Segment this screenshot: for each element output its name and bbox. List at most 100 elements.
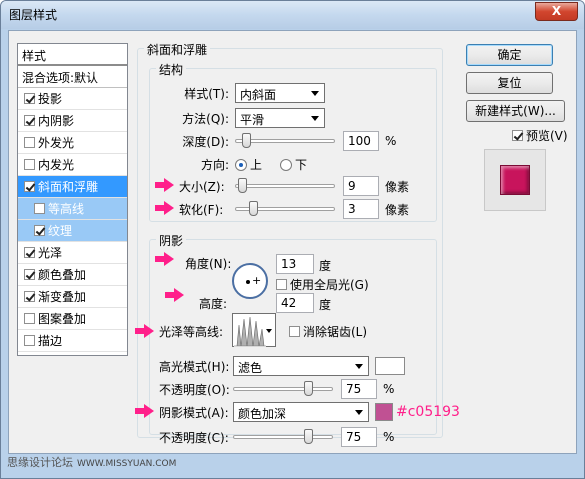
pink-arrow-icon: [155, 252, 175, 266]
preview-label: 预览(V): [526, 129, 568, 143]
gloss-contour-row: 光泽等高线:: [159, 323, 223, 340]
checkbox-icon[interactable]: [24, 335, 35, 346]
pink-arrow-icon: [165, 288, 185, 302]
size-slider[interactable]: [235, 178, 335, 193]
gloss-contour-picker[interactable]: [232, 313, 276, 347]
checkbox-checked-icon[interactable]: [24, 247, 35, 258]
anti-alias-checkbox[interactable]: 消除锯齿(L): [289, 323, 367, 340]
dialog-client: 样式 混合选项:默认 投影 内阴影 外发光 内发光 斜面和浮雕 等高线 纹理 光泽 颜色叠加 渐变…: [8, 30, 577, 454]
checkbox-icon[interactable]: [24, 159, 35, 170]
checkbox-checked-icon[interactable]: [24, 181, 35, 192]
pink-arrow-icon: [135, 404, 155, 418]
style-item[interactable]: 内发光: [18, 154, 127, 176]
style-select-value: 内斜面: [240, 88, 277, 102]
soften-slider[interactable]: [235, 201, 335, 216]
global-light-checkbox[interactable]: 使用全局光(G): [276, 276, 369, 293]
depth-slider[interactable]: [235, 133, 335, 148]
style-item[interactable]: 内阴影: [18, 110, 127, 132]
depth-input[interactable]: 100: [343, 131, 379, 151]
depth-slider-thumb[interactable]: [241, 133, 251, 148]
checkbox-checked-icon[interactable]: [24, 93, 35, 104]
checkbox-icon[interactable]: [24, 313, 35, 324]
direction-up-label: 上: [250, 158, 263, 172]
angle-input[interactable]: 13: [276, 254, 314, 274]
size-unit: 像素: [385, 179, 410, 194]
checkbox-checked-icon[interactable]: [24, 269, 35, 280]
style-item[interactable]: 等高线: [18, 198, 127, 220]
layer-style-dialog: 图层样式 X 样式 混合选项:默认 投影 内阴影 外发光 内发光 斜面和浮雕 等高线 纹理光…: [0, 0, 585, 479]
style-item[interactable]: 斜面和浮雕: [18, 176, 127, 198]
highlight-color-swatch[interactable]: [375, 357, 405, 375]
reset-button[interactable]: 复位: [466, 72, 553, 94]
style-item[interactable]: 渐变叠加: [18, 286, 127, 308]
radio-icon: [280, 158, 293, 171]
style-item-label: 内发光: [38, 158, 75, 172]
shadow-opacity-thumb[interactable]: [303, 429, 313, 444]
global-light-label: 使用全局光(G): [290, 278, 369, 292]
style-item-label: 内阴影: [38, 114, 75, 128]
gloss-contour-label: 光泽等高线:: [159, 325, 224, 339]
shadow-opacity-slider[interactable]: [233, 429, 333, 444]
style-item[interactable]: 颜色叠加: [18, 264, 127, 286]
blend-options-item[interactable]: 混合选项:默认: [18, 66, 127, 88]
style-item[interactable]: 纹理: [18, 220, 127, 242]
soften-input[interactable]: 3: [343, 199, 379, 219]
bevel-emboss-title: 斜面和浮雕: [144, 41, 211, 58]
shadow-opacity-row: 不透明度(C): 75 %: [159, 427, 394, 447]
technique-select-value: 平滑: [240, 113, 265, 127]
depth-unit: %: [385, 134, 397, 148]
close-button[interactable]: X: [535, 2, 578, 21]
highlight-mode-select[interactable]: 滤色: [233, 356, 369, 376]
altitude-input[interactable]: 42: [276, 293, 314, 313]
direction-up-radio[interactable]: 上: [235, 156, 262, 173]
pink-arrow-icon: [155, 178, 175, 192]
style-row: 样式(T): 内斜面: [157, 83, 325, 103]
style-item-label: 渐变叠加: [38, 290, 87, 304]
highlight-opacity-slider[interactable]: [233, 381, 333, 396]
shadow-mode-select[interactable]: 颜色加深: [233, 402, 369, 422]
style-item[interactable]: 图案叠加: [18, 308, 127, 330]
style-item[interactable]: 光泽: [18, 242, 127, 264]
depth-label: 深度(D):: [182, 134, 229, 149]
checkbox-icon[interactable]: [34, 203, 45, 214]
technique-row: 方法(Q): 平滑: [157, 108, 325, 128]
ok-button[interactable]: 确定: [466, 44, 553, 66]
direction-down-radio[interactable]: 下: [280, 156, 307, 173]
shadow-opacity-input[interactable]: 75: [341, 427, 377, 447]
size-input[interactable]: 9: [343, 176, 379, 196]
style-item-label: 投影: [38, 92, 63, 106]
pink-arrow-icon: [155, 201, 175, 215]
chevron-down-icon: [355, 410, 363, 415]
style-item-label: 斜面和浮雕: [38, 180, 99, 194]
soften-slider-thumb[interactable]: [248, 201, 258, 216]
style-select[interactable]: 内斜面: [235, 83, 325, 103]
style-item-label: 纹理: [48, 224, 73, 238]
style-item-label: 颜色叠加: [38, 268, 87, 282]
soften-unit: 像素: [385, 202, 410, 217]
direction-row: 方向: 上 下: [157, 156, 307, 173]
new-style-button[interactable]: 新建样式(W)...: [466, 100, 565, 122]
shadow-color-swatch[interactable]: [375, 403, 393, 421]
altitude-row: 高度:: [199, 295, 227, 312]
direction-down-label: 下: [295, 158, 308, 172]
altitude-unit: 度: [319, 298, 332, 312]
style-item[interactable]: 描边: [18, 330, 127, 352]
technique-label: 方法(Q):: [182, 111, 229, 126]
checkbox-icon[interactable]: [24, 137, 35, 148]
angle-dial[interactable]: +: [232, 263, 268, 299]
altitude-label: 高度:: [199, 297, 228, 311]
style-item-label: 图案叠加: [38, 312, 87, 326]
checkbox-checked-icon[interactable]: [24, 115, 35, 126]
checkbox-checked-icon[interactable]: [34, 225, 45, 236]
style-item[interactable]: 投影: [18, 88, 127, 110]
shadow-color-annotation: #c05193: [396, 404, 460, 420]
preview-checkbox[interactable]: 预览(V): [512, 127, 568, 144]
highlight-opacity-thumb[interactable]: [303, 381, 313, 396]
highlight-opacity-input[interactable]: 75: [341, 379, 377, 399]
style-item[interactable]: 外发光: [18, 132, 127, 154]
size-slider-thumb[interactable]: [237, 178, 247, 193]
checkbox-checked-icon[interactable]: [24, 291, 35, 302]
angle-dial-center: [246, 280, 250, 284]
technique-select[interactable]: 平滑: [235, 108, 325, 128]
styles-list-header[interactable]: 样式: [18, 44, 127, 66]
